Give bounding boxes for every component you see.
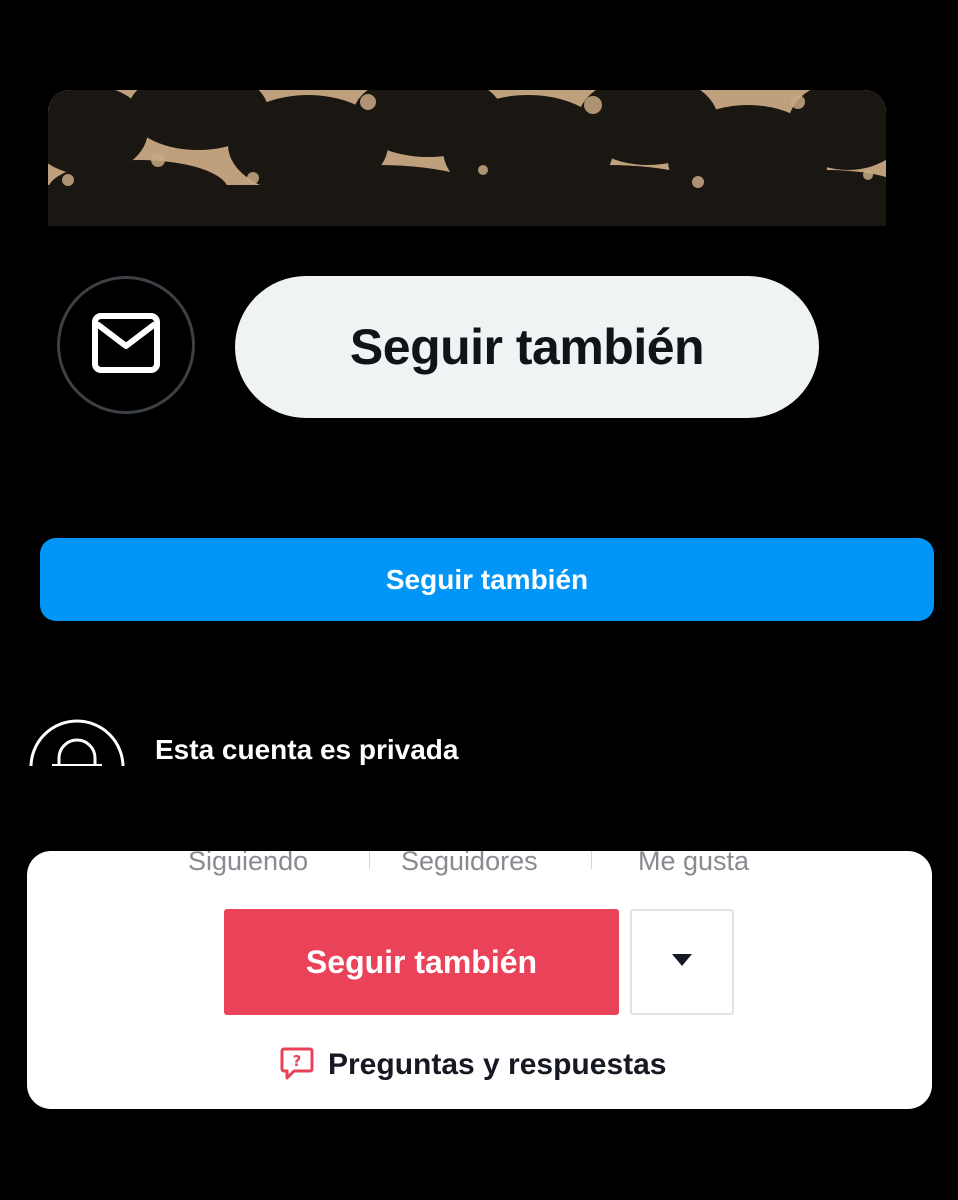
envelope-icon	[91, 312, 161, 379]
question-bubble-icon: ?	[280, 1046, 314, 1085]
qa-label: Preguntas y respuestas	[328, 1048, 667, 1081]
qa-link[interactable]: ? Preguntas y respuestas	[280, 1045, 666, 1085]
caret-down-icon	[671, 953, 693, 972]
private-account-text: Esta cuenta es privada	[155, 734, 459, 765]
profile-action-card: Siguiendo Seguidores Me gusta Seguir tam…	[27, 851, 932, 1109]
stat-followers-label[interactable]: Seguidores	[401, 851, 538, 879]
follow-back-button-blue[interactable]: Seguir también	[40, 538, 934, 621]
follow-back-label: Seguir también	[349, 319, 705, 375]
message-button[interactable]	[57, 276, 195, 414]
stat-divider	[591, 851, 592, 869]
follow-back-button-red[interactable]: Seguir también	[224, 909, 619, 1015]
stat-divider	[369, 851, 370, 869]
follow-back-label-red: Seguir también	[305, 943, 538, 980]
stat-following-label[interactable]: Siguiendo	[188, 851, 308, 879]
stat-likes-label[interactable]: Me gusta	[638, 851, 749, 879]
profile-banner-image	[48, 90, 886, 226]
lock-icon	[28, 718, 126, 766]
svg-text:?: ?	[293, 1052, 302, 1070]
follow-back-label-blue: Seguir también	[385, 563, 589, 595]
follow-back-button[interactable]: Seguir también	[235, 276, 819, 418]
more-options-dropdown[interactable]	[630, 909, 734, 1015]
